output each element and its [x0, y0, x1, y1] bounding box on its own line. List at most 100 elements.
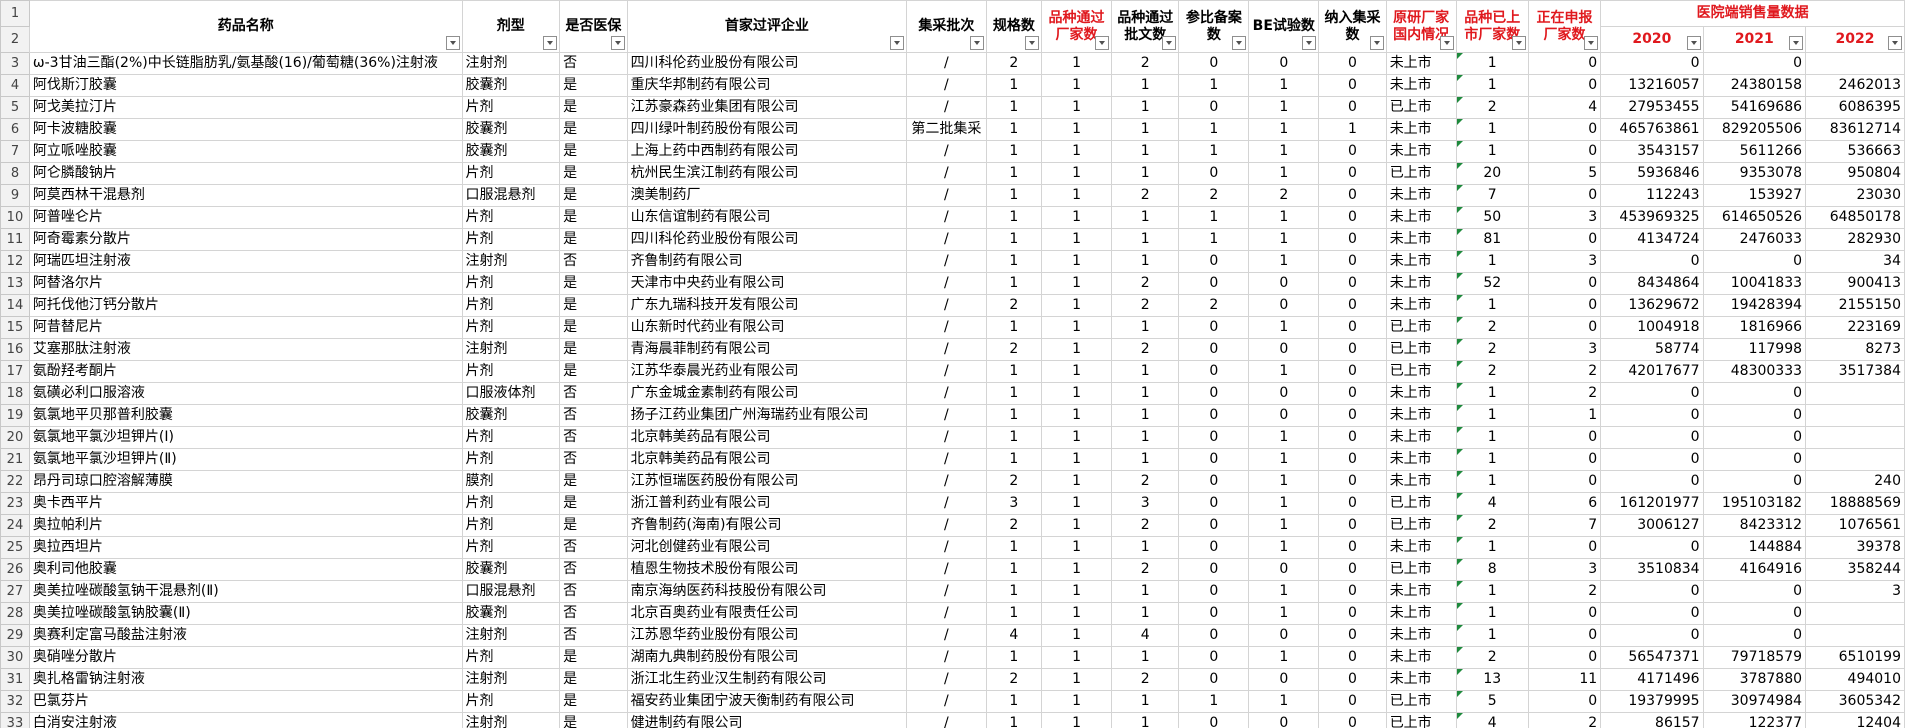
cell-sales-2022[interactable]: 536663	[1805, 140, 1905, 163]
cell-medical-insurance[interactable]: 是	[559, 646, 628, 669]
cell-listed-makers[interactable]: 1	[1455, 74, 1529, 97]
cell-passed-docs[interactable]: 4	[1110, 624, 1180, 647]
cell-sales-2022[interactable]	[1805, 426, 1905, 449]
cell-spec-count[interactable]: 1	[985, 162, 1043, 185]
cell-reference-filing[interactable]: 1	[1178, 74, 1250, 97]
cell-be-trials[interactable]: 1	[1248, 426, 1320, 449]
cell-listed-makers[interactable]: 8	[1455, 558, 1529, 581]
cell-dosage-form[interactable]: 注射剂	[461, 52, 561, 75]
cell-sales-2020[interactable]: 161201977	[1600, 492, 1704, 515]
cell-be-trials[interactable]: 0	[1248, 712, 1320, 728]
cell-reference-filing[interactable]: 0	[1178, 470, 1250, 493]
cell-passed-docs[interactable]: 1	[1110, 162, 1180, 185]
cell-passed-docs[interactable]: 2	[1110, 470, 1180, 493]
cell-first-company[interactable]: 山东新时代药业有限公司	[626, 316, 908, 339]
cell-first-company[interactable]: 齐鲁制药(海南)有限公司	[626, 514, 908, 537]
filter-dropdown-icon[interactable]	[1232, 36, 1247, 50]
cell-applying-makers[interactable]: 5	[1527, 162, 1602, 185]
cell-reference-filing[interactable]: 0	[1178, 338, 1250, 361]
cell-sales-2020[interactable]: 42017677	[1600, 360, 1704, 383]
cell-batch[interactable]: /	[906, 96, 987, 119]
cell-applying-makers[interactable]: 2	[1527, 580, 1602, 603]
cell-dosage-form[interactable]: 片剂	[461, 96, 561, 119]
cell-in-procurement[interactable]: 0	[1318, 294, 1387, 317]
column-header-drug-name[interactable]: 药品名称	[28, 0, 463, 53]
cell-batch[interactable]: /	[906, 338, 987, 361]
cell-reference-filing[interactable]: 0	[1178, 580, 1250, 603]
cell-sales-2021[interactable]: 8423312	[1702, 514, 1807, 537]
cell-be-trials[interactable]: 1	[1248, 360, 1320, 383]
cell-sales-2022[interactable]: 2462013	[1805, 74, 1905, 97]
cell-sales-2020[interactable]: 4171496	[1600, 668, 1704, 691]
cell-sales-2020[interactable]: 0	[1600, 580, 1704, 603]
cell-originator-status[interactable]: 未上市	[1385, 448, 1457, 471]
cell-drug-name[interactable]: 阿替洛尔片	[28, 272, 463, 295]
cell-listed-makers[interactable]: 1	[1455, 580, 1529, 603]
cell-spec-count[interactable]: 1	[985, 558, 1043, 581]
cell-dosage-form[interactable]: 口服液体剂	[461, 382, 561, 405]
cell-sales-2022[interactable]: 494010	[1805, 668, 1905, 691]
cell-reference-filing[interactable]: 1	[1178, 228, 1250, 251]
cell-dosage-form[interactable]: 片剂	[461, 228, 561, 251]
cell-originator-status[interactable]: 未上市	[1385, 52, 1457, 75]
cell-medical-insurance[interactable]: 是	[559, 74, 628, 97]
cell-spec-count[interactable]: 2	[985, 470, 1043, 493]
cell-in-procurement[interactable]: 0	[1318, 646, 1387, 669]
row-number[interactable]: 3	[0, 52, 30, 75]
cell-listed-makers[interactable]: 1	[1455, 404, 1529, 427]
cell-drug-name[interactable]: 奥利司他胶囊	[28, 558, 463, 581]
cell-medical-insurance[interactable]: 是	[559, 140, 628, 163]
cell-dosage-form[interactable]: 胶囊剂	[461, 118, 561, 141]
cell-sales-2020[interactable]: 0	[1600, 426, 1704, 449]
row-number[interactable]: 11	[0, 228, 30, 251]
cell-medical-insurance[interactable]: 是	[559, 514, 628, 537]
cell-batch[interactable]: /	[906, 580, 987, 603]
cell-passed-makers[interactable]: 1	[1041, 184, 1112, 207]
cell-passed-docs[interactable]: 2	[1110, 338, 1180, 361]
cell-listed-makers[interactable]: 1	[1455, 602, 1529, 625]
cell-first-company[interactable]: 杭州民生滨江制药有限公司	[626, 162, 908, 185]
cell-medical-insurance[interactable]: 是	[559, 690, 628, 713]
cell-sales-2021[interactable]: 0	[1702, 404, 1807, 427]
cell-batch[interactable]: /	[906, 492, 987, 515]
cell-applying-makers[interactable]: 0	[1527, 184, 1602, 207]
row-number[interactable]: 32	[0, 690, 30, 713]
cell-in-procurement[interactable]: 0	[1318, 206, 1387, 229]
cell-passed-docs[interactable]: 1	[1110, 602, 1180, 625]
cell-passed-makers[interactable]: 1	[1041, 646, 1112, 669]
cell-applying-makers[interactable]: 0	[1527, 448, 1602, 471]
cell-reference-filing[interactable]: 0	[1178, 712, 1250, 728]
cell-be-trials[interactable]: 1	[1248, 206, 1320, 229]
cell-medical-insurance[interactable]: 是	[559, 338, 628, 361]
cell-passed-makers[interactable]: 1	[1041, 162, 1112, 185]
cell-batch[interactable]: /	[906, 448, 987, 471]
cell-dosage-form[interactable]: 片剂	[461, 162, 561, 185]
cell-sales-2021[interactable]: 1816966	[1702, 316, 1807, 339]
cell-originator-status[interactable]: 未上市	[1385, 250, 1457, 273]
cell-first-company[interactable]: 齐鲁制药有限公司	[626, 250, 908, 273]
cell-listed-makers[interactable]: 2	[1455, 360, 1529, 383]
cell-spec-count[interactable]: 1	[985, 96, 1043, 119]
cell-originator-status[interactable]: 已上市	[1385, 690, 1457, 713]
cell-medical-insurance[interactable]: 否	[559, 250, 628, 273]
cell-sales-2021[interactable]: 0	[1702, 580, 1807, 603]
cell-be-trials[interactable]: 0	[1248, 404, 1320, 427]
cell-dosage-form[interactable]: 注射剂	[461, 668, 561, 691]
row-number[interactable]: 19	[0, 404, 30, 427]
cell-medical-insurance[interactable]: 是	[559, 184, 628, 207]
column-group-header-sales[interactable]: 医院端销售量数据	[1600, 0, 1905, 27]
cell-passed-docs[interactable]: 1	[1110, 206, 1180, 229]
cell-dosage-form[interactable]: 胶囊剂	[461, 602, 561, 625]
cell-reference-filing[interactable]: 0	[1178, 316, 1250, 339]
cell-spec-count[interactable]: 1	[985, 690, 1043, 713]
cell-spec-count[interactable]: 1	[985, 580, 1043, 603]
cell-be-trials[interactable]: 1	[1248, 602, 1320, 625]
cell-passed-docs[interactable]: 1	[1110, 646, 1180, 669]
cell-drug-name[interactable]: 氨氯地平贝那普利胶囊	[28, 404, 463, 427]
cell-first-company[interactable]: 福安药业集团宁波天衡制药有限公司	[626, 690, 908, 713]
cell-in-procurement[interactable]: 0	[1318, 624, 1387, 647]
cell-first-company[interactable]: 四川绿叶制药股份有限公司	[626, 118, 908, 141]
cell-sales-2021[interactable]: 0	[1702, 470, 1807, 493]
cell-in-procurement[interactable]: 0	[1318, 602, 1387, 625]
filter-dropdown-icon[interactable]	[610, 36, 625, 50]
